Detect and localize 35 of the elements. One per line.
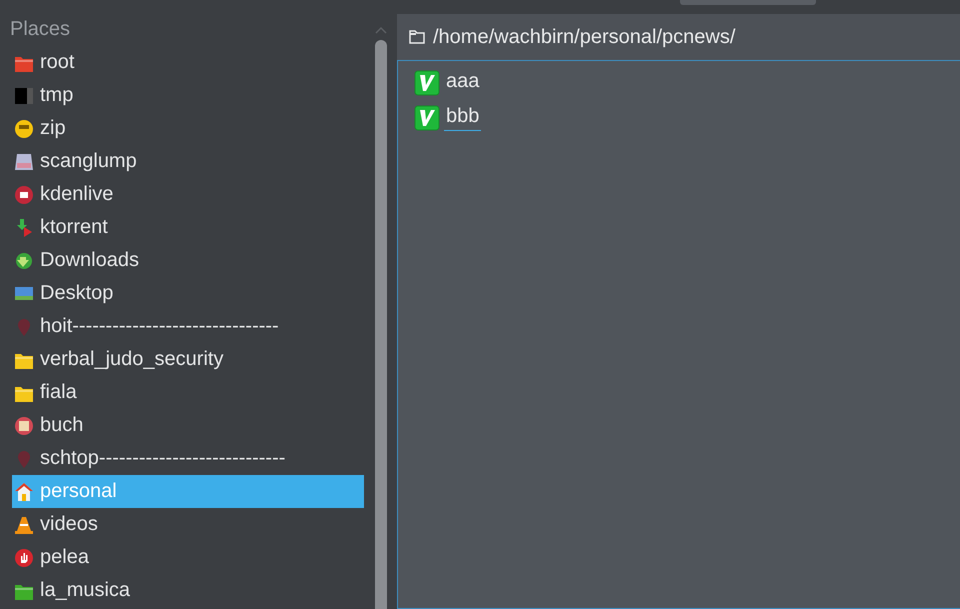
path-text: /home/wachbirn/personal/pcnews/ [433, 26, 736, 48]
place-item[interactable]: buch [12, 409, 364, 442]
place-item[interactable]: videos [12, 508, 364, 541]
download-icon [14, 250, 34, 270]
scrollbar-thumb[interactable] [374, 40, 386, 609]
hand-icon [14, 548, 34, 568]
place-item[interactable]: tmp [12, 79, 364, 112]
place-item[interactable]: Downloads [12, 244, 364, 277]
home-icon [14, 482, 34, 502]
file-item[interactable]: bbb [414, 100, 482, 135]
place-item[interactable]: kdenlive [12, 178, 364, 211]
place-item[interactable]: Desktop [12, 277, 364, 310]
record-icon [14, 184, 34, 204]
file-icon [414, 104, 440, 130]
tab-handle[interactable] [680, 0, 816, 5]
file-item[interactable]: aaa [414, 65, 482, 100]
place-item[interactable]: verbal_judo_security [12, 343, 364, 376]
cone-icon [14, 514, 34, 534]
place-item[interactable]: root [12, 46, 364, 79]
book-icon [14, 416, 34, 436]
place-item[interactable]: zip [12, 112, 364, 145]
place-item[interactable]: hoit------------------------------- [12, 310, 364, 343]
scanner-icon [14, 152, 34, 172]
folder-icon [409, 30, 425, 44]
drive-icon [14, 86, 34, 106]
place-item[interactable]: la_musica [12, 574, 364, 607]
place-item[interactable]: fiala [12, 376, 364, 409]
file-icon [414, 70, 440, 96]
place-item[interactable]: schtop---------------------------- [12, 442, 364, 475]
badge-icon [14, 118, 34, 138]
place-item[interactable]: ktorrent [12, 211, 364, 244]
place-item[interactable]: scanglump [12, 145, 364, 178]
panel-title: Places [10, 16, 72, 42]
scroll-up-icon[interactable] [374, 26, 386, 34]
place-item[interactable]: pelea [12, 541, 364, 574]
